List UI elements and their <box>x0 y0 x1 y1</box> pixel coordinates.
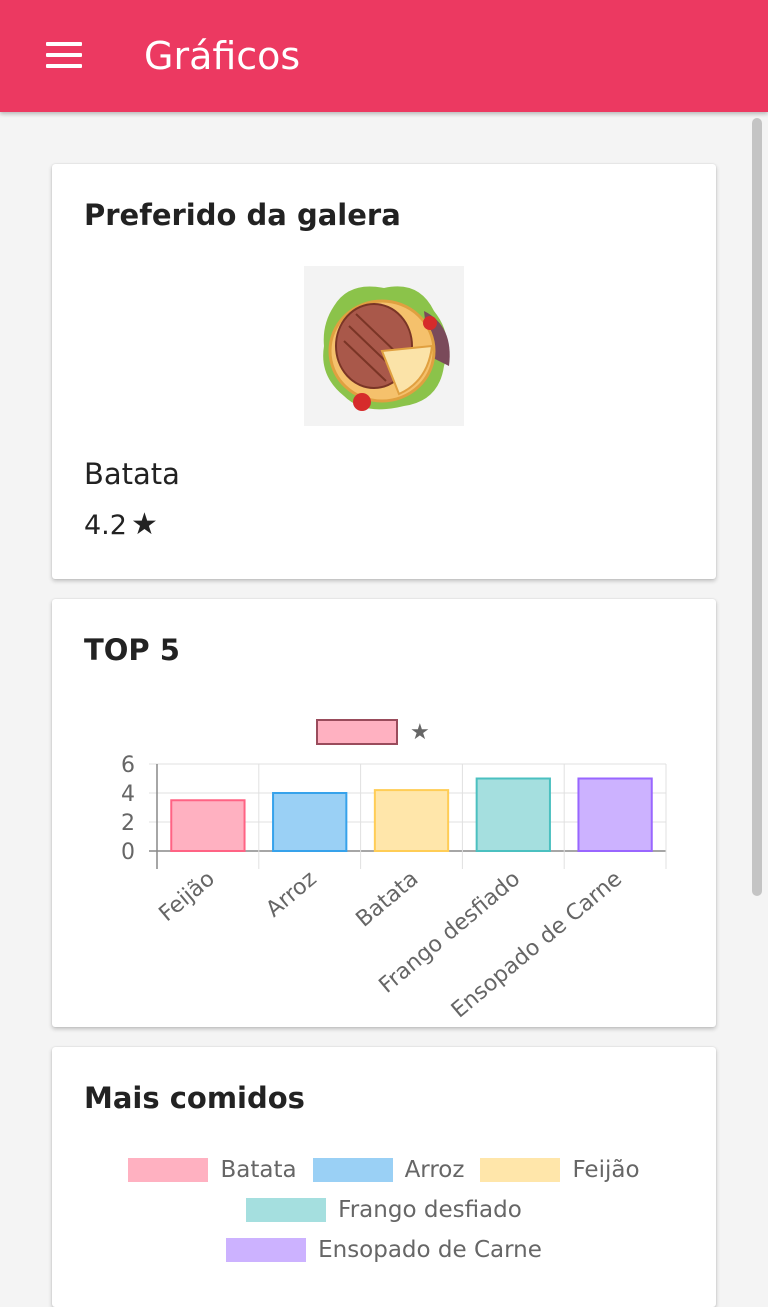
most-eaten-legend: Batata Arroz Feijão Frango desfiado Ensopado… <box>52 1157 716 1277</box>
bar <box>475 777 551 852</box>
app-title: Gráficos <box>144 34 301 78</box>
legend-label: Arroz <box>404 1157 465 1183</box>
top5-card[interactable]: TOP 5 ★ 0 2 4 6 Feijão Arroz Batata Frango desfi… <box>52 599 716 1027</box>
x-tick-label: Batata <box>352 866 424 932</box>
bar <box>577 777 653 852</box>
legend-item[interactable]: Ensopado de Carne <box>226 1237 542 1263</box>
y-tick-label: 6 <box>121 753 135 778</box>
legend-swatch <box>312 1158 393 1182</box>
y-tick-label: 4 <box>121 782 135 807</box>
favorite-card-title: Preferido da galera <box>84 198 401 232</box>
legend-item[interactable]: Frango desfiado <box>246 1197 522 1223</box>
legend-label: ★ <box>410 720 430 745</box>
star-icon: ★ <box>130 507 158 542</box>
legend-swatch <box>480 1158 561 1182</box>
legend-swatch <box>246 1198 327 1222</box>
legend-item[interactable]: Batata <box>128 1157 297 1183</box>
bar <box>170 799 246 852</box>
legend-item[interactable]: Arroz <box>312 1157 465 1183</box>
x-tick-label: Feijão <box>155 866 220 926</box>
legend-swatch <box>226 1238 307 1262</box>
legend-row: Frango desfiado <box>52 1197 716 1237</box>
rating: 4.2 ★ <box>84 507 158 542</box>
scrollbar[interactable] <box>752 118 762 896</box>
legend-item[interactable]: Feijão <box>480 1157 640 1183</box>
legend-label: Ensopado de Carne <box>318 1237 542 1263</box>
bar <box>373 789 450 853</box>
app-bar: Gráficos <box>0 0 768 112</box>
most-eaten-card-title: Mais comidos <box>84 1081 305 1115</box>
favorite-card[interactable]: Preferido da galera Batata 4.2 ★ <box>52 164 716 579</box>
x-tick-label: Ensopado de Carne <box>447 866 627 1023</box>
y-tick-label: 2 <box>121 811 135 836</box>
top5-bar-chart[interactable]: ★0246Feijão Arroz BatataFrango desfiadoEns… <box>52 599 716 1027</box>
legend-label: Frango desfiado <box>338 1197 522 1223</box>
food-image <box>304 266 464 426</box>
x-tick-label: Arroz <box>262 866 322 922</box>
legend-label: Batata <box>220 1157 297 1183</box>
bar <box>272 792 348 852</box>
food-name: Batata <box>84 457 180 491</box>
legend-row: Batata Arroz Feijão <box>52 1157 716 1197</box>
legend-swatch <box>128 1158 209 1182</box>
steak-salad-illustration <box>323 286 450 411</box>
legend-label: Feijão <box>572 1157 640 1183</box>
hamburger-menu-icon[interactable] <box>46 42 82 68</box>
legend-row: Ensopado de Carne <box>52 1237 716 1277</box>
most-eaten-card[interactable]: Mais comidos Batata Arroz Feijão Frango des… <box>52 1047 716 1307</box>
rating-value: 4.2 <box>84 510 127 541</box>
legend-swatch <box>316 719 398 745</box>
y-tick-label: 0 <box>121 840 135 865</box>
